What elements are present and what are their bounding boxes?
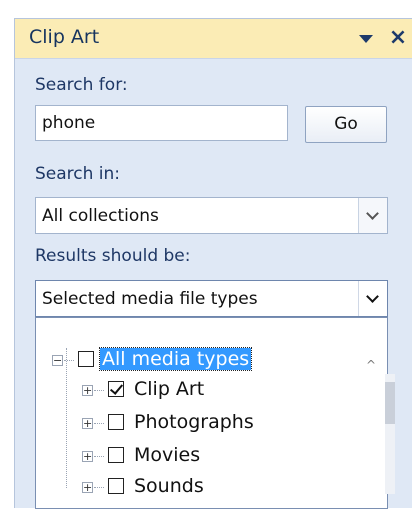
chevron-down-icon[interactable] bbox=[358, 198, 387, 233]
dropdown-scrollbar[interactable] bbox=[385, 374, 395, 494]
sounds-checkbox[interactable] bbox=[108, 478, 124, 494]
tree-dots bbox=[94, 456, 104, 457]
sounds-label[interactable]: Sounds bbox=[134, 475, 204, 497]
task-pane-title: Clip Art bbox=[29, 26, 100, 48]
window-frame: Clip Art × Search for: Go Search in: All… bbox=[0, 0, 412, 509]
movies-checkbox[interactable] bbox=[108, 447, 124, 463]
search-in-value: All collections bbox=[42, 206, 159, 226]
chevron-down-icon[interactable] bbox=[358, 281, 387, 316]
task-pane-menu-icon[interactable] bbox=[359, 35, 373, 43]
photographs-checkbox[interactable] bbox=[108, 414, 124, 430]
results-type-value: Selected media file types bbox=[42, 289, 258, 309]
tree-dots bbox=[94, 390, 104, 391]
movies-label[interactable]: Movies bbox=[134, 444, 200, 466]
search-for-label: Search for: bbox=[35, 75, 128, 95]
plus-box-icon[interactable]: + bbox=[82, 451, 93, 462]
tree-dots bbox=[64, 360, 74, 361]
results-should-be-label: Results should be: bbox=[35, 246, 191, 266]
close-icon[interactable]: × bbox=[385, 23, 411, 53]
search-in-select[interactable]: All collections bbox=[35, 197, 388, 234]
all-media-types-label[interactable]: All media types bbox=[98, 347, 253, 371]
search-in-label: Search in: bbox=[35, 164, 121, 184]
scrollbar-thumb[interactable] bbox=[385, 382, 395, 424]
plus-box-icon[interactable]: + bbox=[82, 418, 93, 429]
plus-box-icon[interactable]: + bbox=[82, 482, 93, 493]
tree-connector-line bbox=[66, 348, 67, 488]
clip-art-checkbox[interactable] bbox=[108, 381, 124, 397]
clip-art-task-pane: Clip Art × Search for: Go Search in: All… bbox=[14, 18, 412, 509]
tree-dots bbox=[94, 487, 104, 488]
scroll-up-icon[interactable]: ^ bbox=[366, 358, 376, 372]
minus-box-icon[interactable]: − bbox=[52, 355, 63, 366]
search-input[interactable] bbox=[35, 105, 288, 141]
tree-dots bbox=[94, 423, 104, 424]
results-type-select[interactable]: Selected media file types bbox=[35, 280, 388, 317]
media-types-dropdown: − All media types + Clip Art + Photograp… bbox=[35, 317, 395, 509]
go-button[interactable]: Go bbox=[305, 106, 387, 143]
all-media-types-checkbox[interactable] bbox=[78, 351, 94, 367]
task-pane-title-bar: Clip Art × bbox=[15, 19, 412, 59]
photographs-label[interactable]: Photographs bbox=[134, 411, 254, 433]
plus-box-icon[interactable]: + bbox=[82, 385, 93, 396]
clip-art-label[interactable]: Clip Art bbox=[134, 378, 204, 400]
